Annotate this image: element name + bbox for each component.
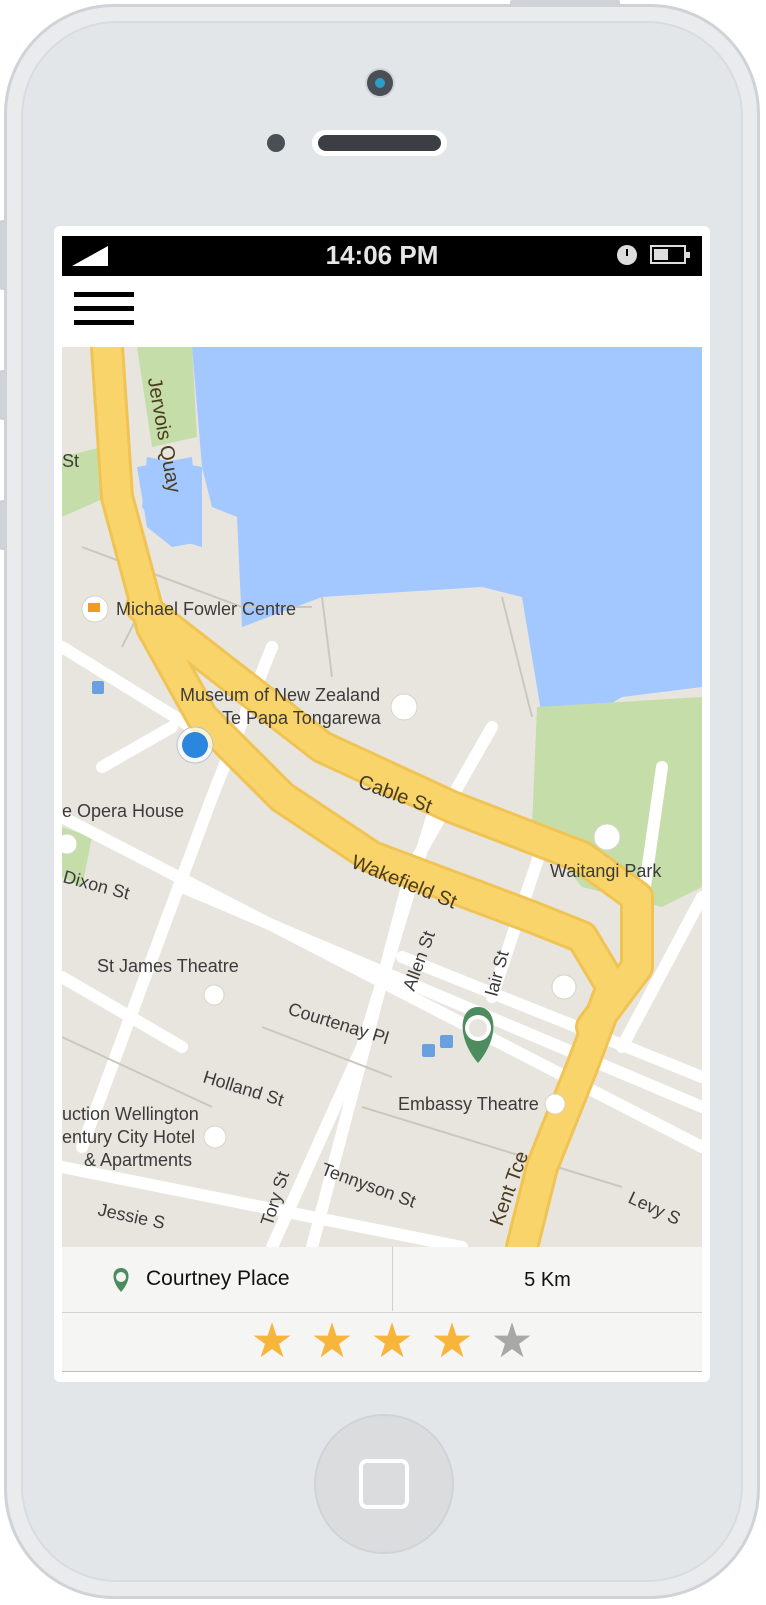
park-icon (593, 823, 621, 851)
distance-value: 5 Km (524, 1269, 571, 1291)
front-camera (367, 70, 393, 96)
proximity-sensor (267, 134, 285, 152)
star-icon-filled[interactable]: ★ (422, 1317, 482, 1367)
star-icon-filled[interactable]: ★ (242, 1317, 302, 1367)
location-name: Courtney Place (146, 1267, 290, 1290)
map-label-st: St (62, 451, 79, 471)
location-cell[interactable]: Courtney Place (62, 1247, 393, 1311)
menu-icon[interactable] (74, 292, 134, 328)
hotel-icon (203, 1125, 227, 1149)
rating-bar: ★ ★ ★ ★ ★ (62, 1312, 702, 1372)
volume-up-button (0, 370, 6, 420)
volume-down-button (0, 500, 6, 550)
map-label-museum-2: Te Papa Tongarewa (222, 708, 382, 728)
user-location-dot (176, 726, 214, 764)
cafe-cup (88, 603, 100, 612)
app-bar (62, 276, 702, 347)
home-square-icon (359, 1459, 409, 1509)
embassy-icon (544, 1093, 566, 1115)
power-button (510, 0, 620, 6)
star-rating[interactable]: ★ ★ ★ ★ ★ (242, 1317, 542, 1367)
bus-stop-icon (92, 681, 104, 694)
map-label-waitangi: Waitangi Park (550, 861, 662, 881)
map-label-wellington-2: entury City Hotel (62, 1127, 195, 1147)
map-view[interactable]: Jervois Quay St Michael Fowler Centre Mu… (62, 347, 702, 1247)
museum-icon (390, 693, 418, 721)
map-label-opera: e Opera House (62, 801, 184, 821)
home-button[interactable] (314, 1414, 454, 1554)
hotel-icon (551, 974, 577, 1000)
bus-stop-icon (440, 1035, 453, 1048)
earpiece-speaker (312, 130, 447, 156)
alarm-clock-icon (617, 245, 637, 265)
bus-stop-icon (422, 1044, 435, 1057)
map-label-museum-1: Museum of New Zealand (180, 685, 380, 705)
location-pin-icon (113, 1268, 129, 1292)
route-info-bar: Courtney Place 5 Km (62, 1247, 702, 1312)
distance-cell: 5 Km (393, 1247, 702, 1311)
map-label-fowler: Michael Fowler Centre (116, 599, 296, 619)
map-label-wellington-1: uction Wellington (62, 1104, 199, 1124)
status-bar: 14:06 PM (62, 236, 702, 276)
map-label-wellington-3: & Apartments (84, 1150, 192, 1170)
star-icon-empty[interactable]: ★ (482, 1317, 542, 1367)
battery-icon (650, 245, 690, 264)
theatre-icon (62, 833, 78, 855)
status-time: 14:06 PM (325, 240, 439, 270)
map-label-embassy: Embassy Theatre (398, 1094, 539, 1114)
map-label-st-james: St James Theatre (97, 956, 239, 976)
star-icon-filled[interactable]: ★ (302, 1317, 362, 1367)
st-james-icon (203, 984, 225, 1006)
mute-switch (0, 220, 6, 290)
star-icon-filled[interactable]: ★ (362, 1317, 422, 1367)
